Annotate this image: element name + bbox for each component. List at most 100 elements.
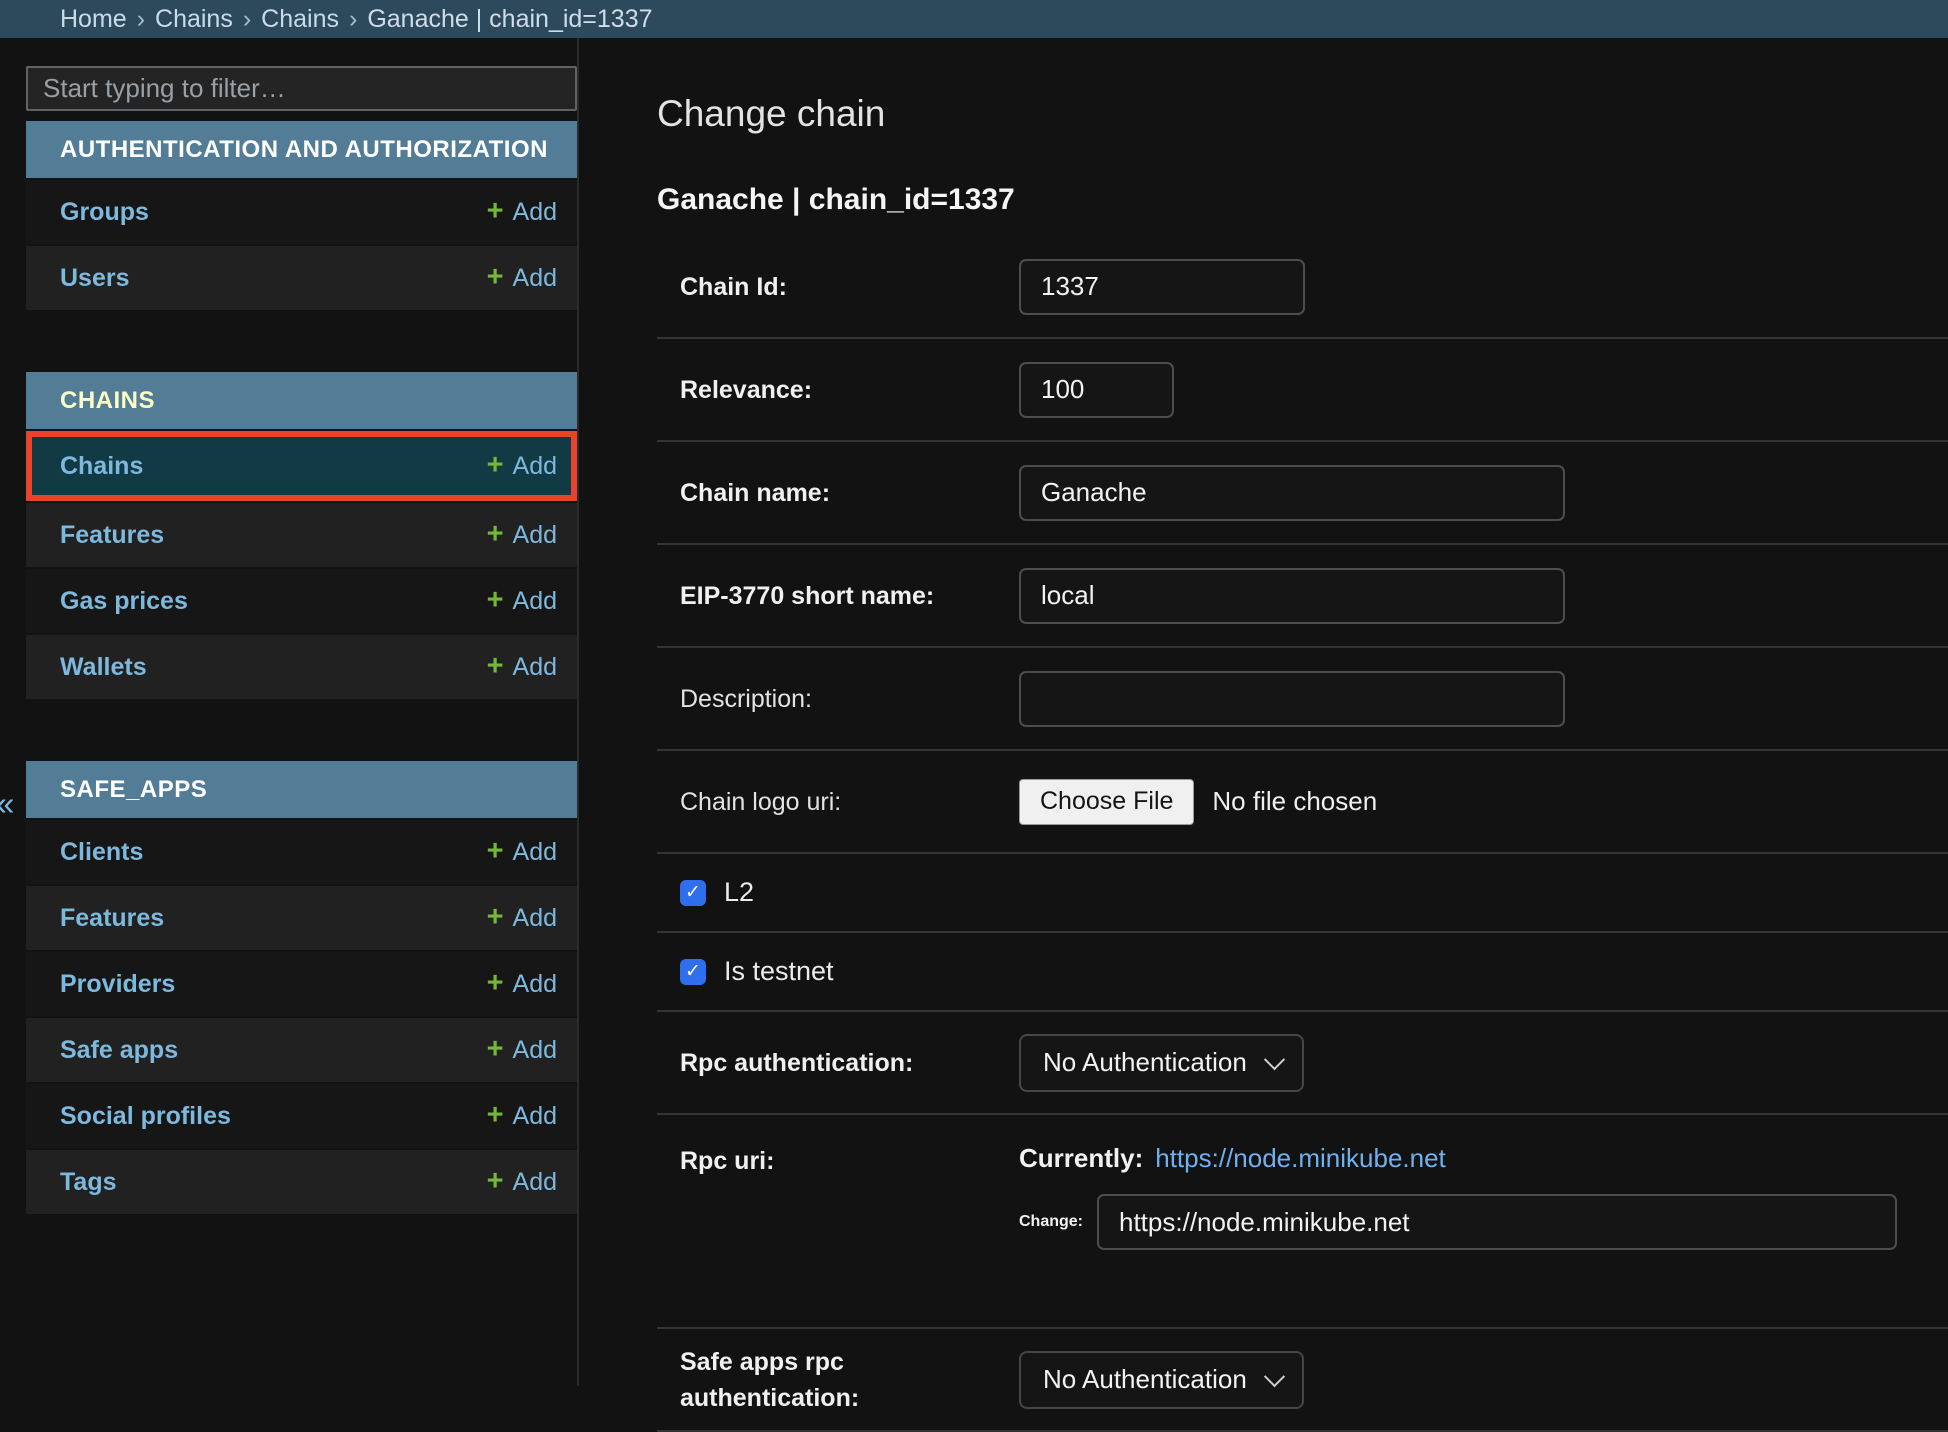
field-label-chain-id: Chain Id: — [657, 269, 1019, 305]
add-link-tags[interactable]: +Add — [487, 1168, 557, 1197]
add-link-label: Add — [513, 970, 557, 999]
rpc-uri-field: Currently: https://node.minikube.net Chang… — [1019, 1143, 1897, 1250]
select-value: No Authentication — [1043, 1047, 1247, 1078]
rpc-uri-currently-line: Currently: https://node.minikube.net — [1019, 1143, 1897, 1174]
rpc-uri-current-link[interactable]: https://node.minikube.net — [1155, 1143, 1446, 1174]
sidebar-item-link-safe-apps[interactable]: Safe apps — [60, 1036, 178, 1065]
sidebar-item-link-clients[interactable]: Clients — [60, 838, 143, 867]
input-relevance[interactable] — [1019, 362, 1174, 418]
sidebar-item-link-social-profiles[interactable]: Social profiles — [60, 1102, 231, 1131]
sidebar-item-clients: Clients +Add — [26, 820, 577, 884]
sidebar-module-authentication-and-authorization: AUTHENTICATION AND AUTHORIZATION Groups + A… — [26, 121, 577, 310]
breadcrumb-link[interactable]: Chains — [261, 5, 339, 34]
add-link-features[interactable]: + Add — [487, 521, 557, 550]
page-title: Change chain — [657, 92, 1948, 136]
breadcrumb-link[interactable]: Chains — [155, 5, 233, 34]
sidebar-item-groups: Groups + Add — [26, 180, 577, 244]
add-link-label: Add — [513, 521, 557, 550]
file-status-text: No file chosen — [1212, 786, 1377, 817]
add-link-providers[interactable]: + Add — [487, 970, 557, 999]
breadcrumb-current: Ganache | chain_id=1337 — [367, 5, 652, 34]
add-link-wallets[interactable]: +Add — [487, 653, 557, 682]
plus-icon: + — [487, 837, 504, 866]
add-link-social-profiles[interactable]: +Add — [487, 1102, 557, 1131]
sidebar-item-link-chains[interactable]: Chains — [60, 452, 143, 481]
sidebar-item-link-features[interactable]: Features — [60, 904, 164, 933]
sidebar-item-chains: Chains +Add — [26, 431, 577, 501]
sidebar-item-link-groups[interactable]: Groups — [60, 198, 149, 227]
input-chain-name[interactable] — [1019, 465, 1565, 521]
checkbox-l2[interactable]: ✓ — [680, 880, 706, 906]
sidebar-item-tags: Tags +Add — [26, 1150, 577, 1214]
choose-file-button[interactable]: Choose File — [1019, 779, 1194, 825]
checkbox-label-is-testnet: Is testnet — [724, 956, 834, 987]
field-row-l2: ✓L2 — [657, 854, 1948, 933]
sidebar-section-header-chains: CHAINS — [26, 372, 577, 429]
add-link-chains[interactable]: +Add — [487, 452, 557, 481]
select-rpc-authentication[interactable]: No Authentication — [1019, 1034, 1304, 1092]
field-row-eip-3770-short-name: EIP-3770 short name: — [657, 545, 1948, 648]
field-label-eip-3770-short-name: EIP-3770 short name: — [657, 578, 1019, 614]
sidebar-item-link-providers[interactable]: Providers — [60, 970, 175, 999]
add-link-users[interactable]: + Add — [487, 264, 557, 293]
object-title: Ganache | chain_id=1337 — [657, 182, 1948, 218]
add-link-label: Add — [513, 198, 557, 227]
file-input-chain-logo-uri: Choose File No file chosen — [1019, 779, 1377, 825]
sidebar-item-link-gas-prices[interactable]: Gas prices — [60, 587, 188, 616]
breadcrumb-link[interactable]: Home — [60, 5, 127, 34]
field-row-description: Description: — [657, 648, 1948, 751]
sidebar-module-chains: CHAINSChains+AddFeatures+AddGas prices+A… — [26, 372, 577, 699]
add-link-label: Add — [513, 904, 557, 933]
chevron-down-icon — [1264, 1049, 1285, 1070]
field-row-relevance: Relevance: — [657, 339, 1948, 442]
add-link-label: Add — [513, 1036, 557, 1065]
add-link-clients[interactable]: +Add — [487, 838, 557, 867]
sidebar-item-safe-apps: Safe apps +Add — [26, 1018, 577, 1082]
rpc-uri-change-line: Change: — [1019, 1194, 1897, 1250]
input-chain-id[interactable] — [1019, 259, 1305, 315]
rpc-uri-currently-label: Currently: — [1019, 1143, 1143, 1174]
select-safe-apps-rpc-authentication[interactable]: No Authentication — [1019, 1351, 1304, 1409]
plus-icon: + — [487, 520, 504, 549]
plus-icon: + — [487, 1167, 504, 1196]
sidebar-item-users: Users + Add — [26, 246, 577, 310]
sidebar-section-header-authentication-and-authorization: AUTHENTICATION AND AUTHORIZATION — [26, 121, 577, 178]
field-label-safe-apps-rpc-authentication: Safe apps rpc authentication: — [657, 1344, 1019, 1417]
field-row-safe-apps-rpc-authentication: Safe apps rpc authentication:No Authenti… — [657, 1329, 1948, 1432]
field-label-chain-name: Chain name: — [657, 475, 1019, 511]
input-description[interactable] — [1019, 671, 1565, 727]
plus-icon: + — [487, 263, 504, 292]
plus-icon: + — [487, 903, 504, 932]
input-eip-3770-short-name[interactable] — [1019, 568, 1565, 624]
change-chain-form: Chain Id: Relevance: Chain name: EIP-3770 s… — [657, 236, 1948, 1432]
add-link-label: Add — [513, 452, 557, 481]
sidebar-collapse-icon[interactable]: « — [0, 786, 14, 822]
sidebar-item-link-features[interactable]: Features — [60, 521, 164, 550]
add-link-features[interactable]: + Add — [487, 904, 557, 933]
field-row-rpc-uri: Rpc uri:Currently:https://node.minikube.… — [657, 1115, 1948, 1329]
sidebar-item-link-users[interactable]: Users — [60, 264, 130, 293]
add-link-safe-apps[interactable]: +Add — [487, 1036, 557, 1065]
field-label-rpc-authentication: Rpc authentication: — [657, 1045, 1019, 1081]
sidebar-item-link-tags[interactable]: Tags — [60, 1168, 117, 1197]
field-label-description: Description: — [657, 681, 1019, 717]
sidebar: AUTHENTICATION AND AUTHORIZATIONGroups+A… — [26, 38, 577, 1386]
sidebar-filter-input[interactable] — [26, 66, 577, 111]
breadcrumb-separator: › — [137, 5, 145, 34]
add-link-groups[interactable]: + Add — [487, 198, 557, 227]
checkbox-is-testnet[interactable]: ✓ — [680, 959, 706, 985]
sidebar-item-link-wallets[interactable]: Wallets — [60, 653, 147, 682]
sidebar-item-features: Features + Add — [26, 503, 577, 567]
rpc-uri-change-label: Change: — [1019, 1213, 1083, 1231]
field-row-chain-name: Chain name: — [657, 442, 1948, 545]
plus-icon: + — [487, 197, 504, 226]
checkmark-icon: ✓ — [685, 962, 701, 981]
sidebar-section-header-safe-apps: SAFE_APPS — [26, 761, 577, 818]
field-row-chain-logo-uri: Chain logo uri:Choose FileNo file chosen — [657, 751, 1948, 854]
sidebar-item-providers: Providers + Add — [26, 952, 577, 1016]
rpc-uri-change-input[interactable] — [1097, 1194, 1897, 1250]
add-link-label: Add — [513, 264, 557, 293]
sidebar-item-gas-prices: Gas prices +Add — [26, 569, 577, 633]
plus-icon: + — [487, 969, 504, 998]
add-link-gas-prices[interactable]: +Add — [487, 587, 557, 616]
